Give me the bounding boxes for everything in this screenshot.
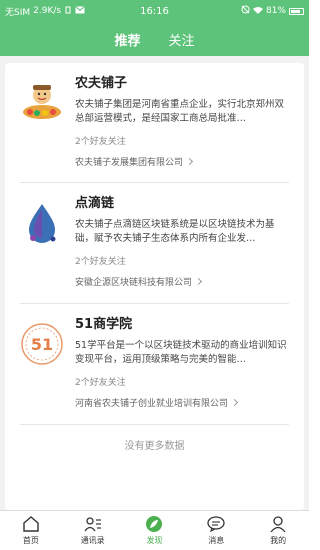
tabbar-contacts[interactable]: 通讯录	[62, 511, 124, 550]
item-friends: 2个好友关注	[75, 378, 126, 388]
status-left: 无SIM 2.9K/s	[5, 5, 85, 18]
list-item[interactable]: 农夫铺子 农夫铺子集团是河南省重点企业，实行北京郑州双总部运营模式，是经国家工商…	[20, 63, 289, 183]
top-tabs: 推荐 关注	[0, 22, 309, 56]
item-description: 农夫铺子集团是河南省重点企业，实行北京郑州双总部运营模式，是经国家工商总局批准…	[75, 99, 285, 124]
list-item[interactable]: 51 51商学院 51学平台是一个以区块链技术驱动的商业培训知识变现平台，运用顶…	[20, 304, 289, 425]
bottom-tabbar: 首页 通讯录 发现 消息 我的	[0, 510, 309, 550]
tab-recommend[interactable]: 推荐	[112, 28, 142, 51]
list-item[interactable]: 点滴链 农夫铺子点滴链区块链系统是以区块链技术为基础，赋予农夫铺子生态体系内所有…	[20, 183, 289, 304]
tabbar-label: 通讯录	[80, 536, 105, 545]
tabbar-label: 首页	[22, 536, 39, 545]
wifi-icon	[252, 6, 263, 17]
battery-icon	[289, 7, 304, 15]
item-title: 农夫铺子	[75, 76, 128, 91]
mail-icon	[75, 5, 85, 17]
tabbar-label: 消息	[208, 536, 225, 545]
alarm-off-icon	[241, 5, 250, 17]
item-company-link[interactable]: 农夫铺子发展集团有限公司	[75, 155, 289, 168]
tabbar-profile[interactable]: 我的	[247, 511, 309, 550]
item-company-link[interactable]: 安徽企源区块链科技有限公司	[75, 275, 289, 288]
network-speed: 2.9K/s	[33, 6, 62, 16]
home-icon	[21, 515, 41, 533]
message-icon	[206, 515, 226, 533]
tabbar-discover[interactable]: 发现	[124, 511, 186, 550]
tabbar-home[interactable]: 首页	[0, 511, 62, 550]
contacts-icon	[83, 515, 103, 533]
item-title: 点滴链	[75, 196, 115, 211]
recommend-list: 农夫铺子 农夫铺子集团是河南省重点企业，实行北京郑州双总部运营模式，是经国家工商…	[5, 63, 304, 510]
carrier-label: 无SIM	[5, 7, 31, 18]
chevron-right-icon	[230, 398, 239, 407]
tabbar-label: 发现	[146, 536, 163, 545]
vibrate-icon	[64, 6, 72, 17]
business-school-logo-icon: 51	[20, 322, 64, 366]
item-company: 安徽企源区块链科技有限公司	[75, 278, 193, 288]
tabbar-label: 我的	[270, 536, 287, 545]
no-more-data: 没有更多数据	[124, 441, 185, 452]
item-company-link[interactable]: 河南省农夫铺子创业就业培训有限公司	[75, 396, 289, 409]
tabbar-messages[interactable]: 消息	[185, 511, 247, 550]
battery-label: 81%	[265, 6, 286, 16]
chevron-right-icon	[194, 277, 203, 286]
status-right: 81%	[241, 5, 304, 17]
content-area: 农夫铺子 农夫铺子集团是河南省重点企业，实行北京郑州双总部运营模式，是经国家工商…	[0, 56, 309, 510]
drop-logo-icon	[20, 201, 64, 245]
chevron-right-icon	[185, 157, 194, 166]
profile-icon	[268, 515, 288, 533]
status-bar: 无SIM 2.9K/s 16:16 81%	[0, 0, 309, 22]
item-company: 农夫铺子发展集团有限公司	[75, 158, 184, 168]
discover-icon	[144, 515, 164, 533]
item-title: 51商学院	[75, 317, 133, 332]
item-friends: 2个好友关注	[75, 257, 126, 267]
nongfu-logo-icon	[20, 81, 64, 125]
tab-follow[interactable]: 关注	[167, 28, 197, 51]
item-description: 农夫铺子点滴链区块链系统是以区块链技术为基础，赋予农夫铺子生态体系内所有企业发…	[75, 219, 275, 244]
logo-51-text: 51	[31, 335, 53, 354]
item-company: 河南省农夫铺子创业就业培训有限公司	[75, 399, 229, 409]
item-friends: 2个好友关注	[75, 137, 126, 147]
item-description: 51学平台是一个以区块链技术驱动的商业培训知识变现平台，运用顶级策略与完美的智能…	[75, 340, 287, 365]
